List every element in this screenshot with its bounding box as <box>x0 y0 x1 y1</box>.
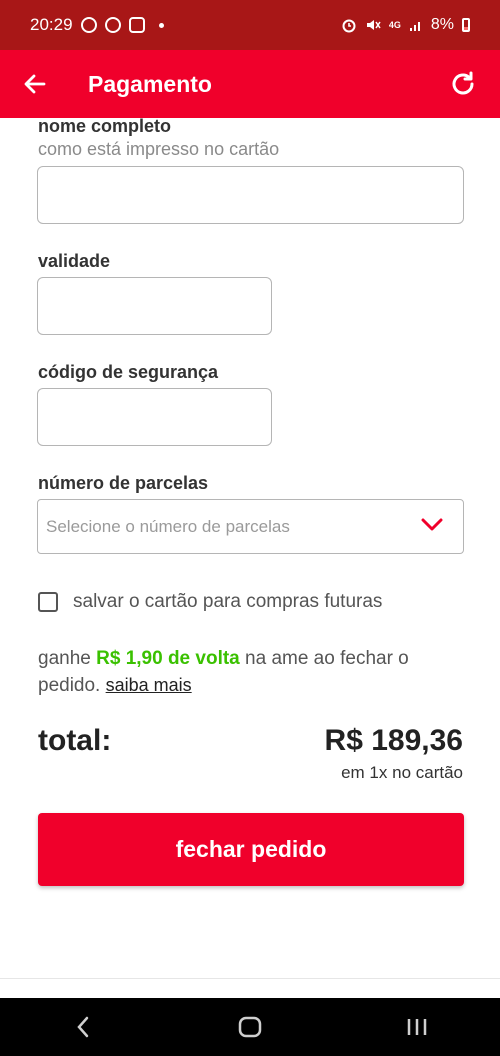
mute-icon <box>366 20 381 30</box>
cashback-info: ganhe R$ 1,90 de volta na ame ao fechar … <box>38 646 468 699</box>
back-button[interactable] <box>22 71 48 97</box>
chevron-left-icon <box>77 1016 89 1038</box>
full-name-input[interactable] <box>37 166 464 224</box>
place-order-button[interactable]: fechar pedido <box>38 813 464 886</box>
save-card-label: salvar o cartão para compras futuras <box>73 591 383 612</box>
system-back-button[interactable] <box>63 1007 103 1047</box>
home-icon <box>238 1016 262 1038</box>
status-right: 4G 8% <box>341 16 470 34</box>
refresh-icon <box>452 71 474 95</box>
battery-text: 8% <box>430 16 454 33</box>
system-nav-bar <box>0 998 500 1056</box>
cashback-prefix: ganhe <box>38 648 97 669</box>
system-recents-button[interactable] <box>397 1007 437 1047</box>
system-home-button[interactable] <box>230 1007 270 1047</box>
security-code-label: código de segurança <box>38 362 219 382</box>
notification-dot-icon <box>158 22 164 28</box>
installments-placeholder: Selecione o número de parcelas <box>46 516 290 536</box>
chat-icon <box>104 17 121 33</box>
alarm-icon <box>342 19 356 33</box>
save-card-checkbox[interactable] <box>38 592 58 612</box>
chevron-down-icon <box>421 518 443 531</box>
status-bar: 20:29 4G 8% <box>0 0 500 50</box>
name-label: nome completo <box>38 116 172 136</box>
signal-icon <box>409 22 420 31</box>
learn-more-link[interactable]: saiba mais <box>106 675 192 695</box>
status-time: 20:29 <box>30 15 73 34</box>
save-card-row[interactable]: salvar o cartão para compras futuras <box>38 591 382 613</box>
validity-label: validade <box>38 251 111 271</box>
validity-input[interactable] <box>37 277 272 335</box>
status-left: 20:29 <box>30 15 164 35</box>
refresh-button[interactable] <box>448 69 478 99</box>
instagram-icon <box>128 17 145 33</box>
total-value: R$ 189,36 <box>324 724 463 757</box>
battery-icon <box>462 18 470 32</box>
page-title: Pagamento <box>88 70 212 97</box>
installments-label: número de parcelas <box>38 473 209 493</box>
installments-select[interactable]: Selecione o número de parcelas <box>37 499 464 554</box>
whatsapp-icon <box>80 17 97 33</box>
arrow-left-icon <box>24 74 46 94</box>
app-bar: Pagamento <box>0 50 500 118</box>
recents-icon <box>407 1019 426 1035</box>
cashback-amount: R$ 1,90 de volta <box>96 648 240 669</box>
network-type: 4G <box>388 20 401 30</box>
divider <box>0 978 500 979</box>
name-hint: como está impresso no cartão <box>38 139 280 159</box>
total-installment-info: em 1x no cartão <box>341 763 463 782</box>
security-code-input[interactable] <box>37 388 272 446</box>
total-label: total: <box>38 724 112 757</box>
